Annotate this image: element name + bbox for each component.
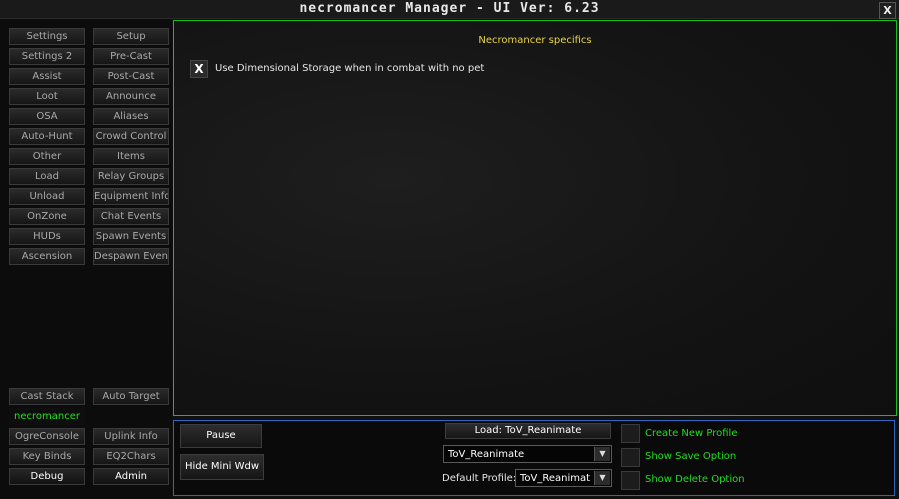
profile-panel: Pause Hide Mini Wdw Load: ToV_Reanimate … (173, 420, 895, 496)
sidebar-button-right-0[interactable]: Setup (93, 28, 169, 45)
default-profile-value: ToV_Reanimat (520, 473, 591, 484)
sidebar-button-right-4[interactable]: Aliases (93, 108, 169, 125)
sidebar-button-right-11[interactable]: Despawn Event (93, 248, 169, 265)
content-panel: Necromancer specifics X Use Dimensional … (173, 20, 897, 416)
hide-mini-window-button[interactable]: Hide Mini Wdw (180, 454, 264, 480)
show-delete-label: Show Delete Option (645, 474, 745, 485)
uplink-info-button[interactable]: Uplink Info (93, 428, 169, 445)
sidebar-button-left-11[interactable]: Ascension (9, 248, 85, 265)
eq2chars-button[interactable]: EQ2Chars (93, 448, 169, 465)
sidebar-button-left-8[interactable]: Unload (9, 188, 85, 205)
cast-stack-button[interactable]: Cast Stack (9, 388, 85, 405)
sidebar-button-left-2[interactable]: Assist (9, 68, 85, 85)
sidebar-button-right-10[interactable]: Spawn Events (93, 228, 169, 245)
create-profile-label: Create New Profile (645, 428, 738, 439)
dimensional-storage-label: Use Dimensional Storage when in combat w… (215, 63, 485, 74)
default-profile-select[interactable]: ToV_Reanimat ▼ (515, 469, 612, 487)
show-save-checkbox[interactable] (621, 448, 640, 467)
sidebar-button-left-6[interactable]: Other (9, 148, 85, 165)
necromancer-tab[interactable]: necromancer (9, 408, 85, 425)
sidebar-button-right-5[interactable]: Crowd Control (93, 128, 169, 145)
sidebar-button-right-2[interactable]: Post-Cast (93, 68, 169, 85)
create-profile-checkbox[interactable] (621, 424, 640, 443)
ogre-console-button[interactable]: OgreConsole (9, 428, 85, 445)
sidebar-button-right-1[interactable]: Pre-Cast (93, 48, 169, 65)
pause-button[interactable]: Pause (180, 424, 262, 448)
sidebar-button-left-7[interactable]: Load (9, 168, 85, 185)
sidebar-button-left-5[interactable]: Auto-Hunt (9, 128, 85, 145)
debug-button[interactable]: Debug (9, 468, 85, 485)
auto-target-button[interactable]: Auto Target (93, 388, 169, 405)
profile-select[interactable]: ToV_Reanimate ▼ (443, 445, 612, 463)
sidebar: Settings Settings 2 Assist Loot OSA Auto-Hunt… (0, 19, 172, 499)
sidebar-button-left-9[interactable]: OnZone (9, 208, 85, 225)
sidebar-button-left-10[interactable]: HUDs (9, 228, 85, 245)
sidebar-button-left-3[interactable]: Loot (9, 88, 85, 105)
sidebar-button-right-7[interactable]: Relay Groups (93, 168, 169, 185)
show-save-label: Show Save Option (645, 451, 737, 462)
show-delete-checkbox[interactable] (621, 471, 640, 490)
dimensional-storage-checkbox[interactable]: X (190, 60, 208, 78)
content-title: Necromancer specifics (478, 35, 592, 46)
close-button[interactable]: X (879, 2, 896, 19)
window-title: necromancer Manager - UI Ver: 6.23 (299, 1, 600, 16)
key-binds-button[interactable]: Key Binds (9, 448, 85, 465)
sidebar-button-right-6[interactable]: Items (93, 148, 169, 165)
sidebar-button-right-3[interactable]: Announce (93, 88, 169, 105)
profile-select-value: ToV_Reanimate (448, 449, 525, 460)
load-profile-button[interactable]: Load: ToV_Reanimate (445, 423, 611, 439)
chevron-down-icon[interactable]: ▼ (594, 471, 610, 485)
sidebar-button-right-9[interactable]: Chat Events (93, 208, 169, 225)
default-profile-label: Default Profile: (442, 473, 517, 484)
sidebar-button-left-4[interactable]: OSA (9, 108, 85, 125)
sidebar-button-left-1[interactable]: Settings 2 (9, 48, 85, 65)
sidebar-button-right-8[interactable]: Equipment Info (93, 188, 169, 205)
admin-button[interactable]: Admin (93, 468, 169, 485)
chevron-down-icon[interactable]: ▼ (594, 447, 610, 461)
title-bar: necromancer Manager - UI Ver: 6.23 X (0, 0, 899, 19)
sidebar-button-left-0[interactable]: Settings (9, 28, 85, 45)
